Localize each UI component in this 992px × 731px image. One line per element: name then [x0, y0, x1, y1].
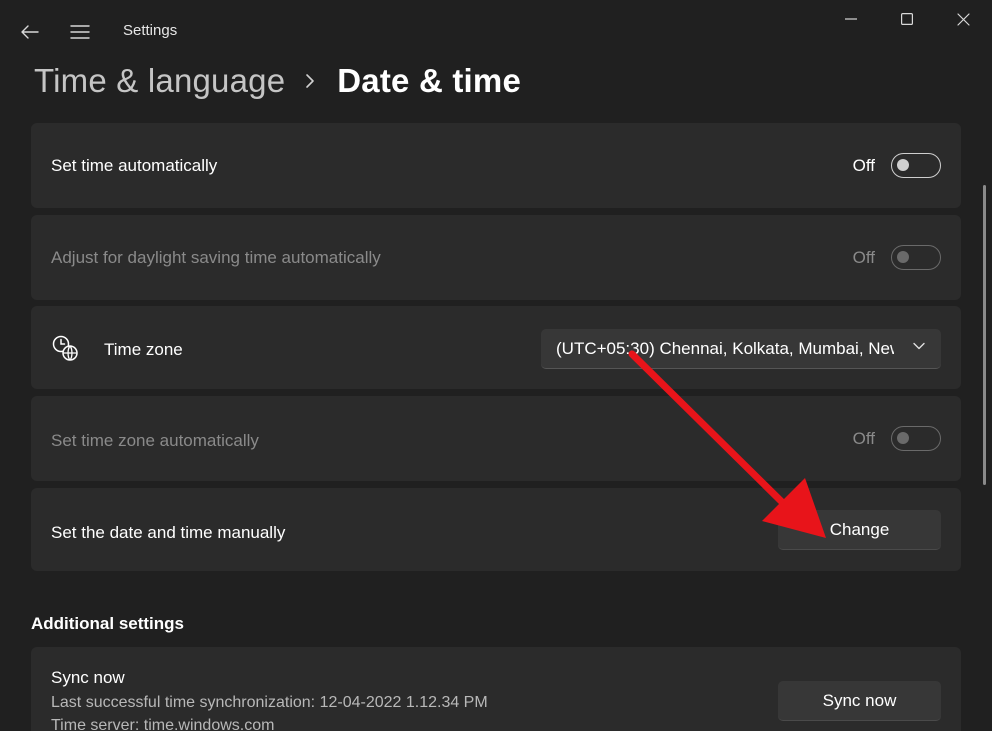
- set-time-zone-automatically-setting: Off: [853, 426, 941, 451]
- time-zone-label: Time zone: [104, 340, 183, 359]
- settings-window: Settings Time & language Date & time Set…: [0, 0, 992, 731]
- set-time-zone-automatically-label: Set time zone automatically: [51, 431, 259, 450]
- toggle-knob: [897, 432, 909, 444]
- close-icon: [956, 12, 970, 26]
- set-date-time-manually-label: Set the date and time manually: [51, 523, 286, 542]
- set-time-zone-automatically-card: Set time zone automatically Off: [31, 396, 961, 481]
- chevron-down-icon: [913, 342, 925, 350]
- close-button[interactable]: [940, 4, 986, 34]
- set-time-zone-automatically-toggle: [891, 426, 941, 451]
- set-time-automatically-card: Set time automatically Off: [31, 123, 961, 208]
- daylight-saving-label: Adjust for daylight saving time automati…: [51, 248, 381, 267]
- navigation-menu-button[interactable]: [64, 18, 96, 46]
- maximize-button[interactable]: [884, 4, 930, 34]
- daylight-saving-setting: Off: [853, 245, 941, 270]
- scrollbar[interactable]: [983, 185, 986, 485]
- last-sync-text: Last successful time synchronization: 12…: [51, 694, 488, 711]
- page-title: Date & time: [337, 62, 522, 99]
- hamburger-menu-icon: [70, 25, 90, 39]
- breadcrumb-parent-link[interactable]: Time & language: [34, 62, 285, 100]
- clock-globe-icon: [51, 334, 81, 364]
- time-zone-card: Time zone (UTC+05:30) Chennai, Kolkata, …: [31, 306, 961, 389]
- toggle-state-text: Off: [852, 428, 875, 448]
- back-arrow-icon: [21, 25, 39, 39]
- breadcrumb: Time & language Date & time: [34, 58, 521, 104]
- set-date-time-manually-card: Set the date and time manually Change: [31, 488, 961, 571]
- toggle-knob: [897, 251, 909, 263]
- toggle-state-text: Off: [852, 155, 875, 175]
- set-time-automatically-label: Set time automatically: [51, 156, 218, 175]
- minimize-icon: [845, 18, 857, 20]
- window-title: Settings: [123, 22, 178, 39]
- time-zone-selected-value: (UTC+05:30) Chennai, Kolkata, Mumbai, Ne…: [556, 338, 894, 358]
- sync-now-card: Sync now Last successful time synchroniz…: [31, 647, 961, 731]
- set-time-automatically-toggle[interactable]: [891, 153, 941, 178]
- change-button[interactable]: Change: [778, 510, 941, 550]
- time-server-text: Time server: time.windows.com: [51, 717, 275, 731]
- sync-now-button[interactable]: Sync now: [778, 681, 941, 721]
- time-zone-dropdown[interactable]: (UTC+05:30) Chennai, Kolkata, Mumbai, Ne…: [541, 329, 941, 369]
- sync-now-title: Sync now: [51, 668, 125, 687]
- daylight-saving-card: Adjust for daylight saving time automati…: [31, 215, 961, 300]
- back-button[interactable]: [14, 18, 46, 46]
- toggle-knob: [897, 159, 909, 171]
- minimize-button[interactable]: [828, 4, 874, 34]
- toggle-state-text: Off: [852, 247, 875, 267]
- additional-settings-heading: Additional settings: [31, 614, 184, 633]
- maximize-icon: [901, 13, 913, 25]
- chevron-right-icon: [305, 73, 315, 89]
- title-bar: Settings: [0, 0, 992, 60]
- set-time-automatically-setting: Off: [853, 153, 941, 178]
- daylight-saving-toggle: [891, 245, 941, 270]
